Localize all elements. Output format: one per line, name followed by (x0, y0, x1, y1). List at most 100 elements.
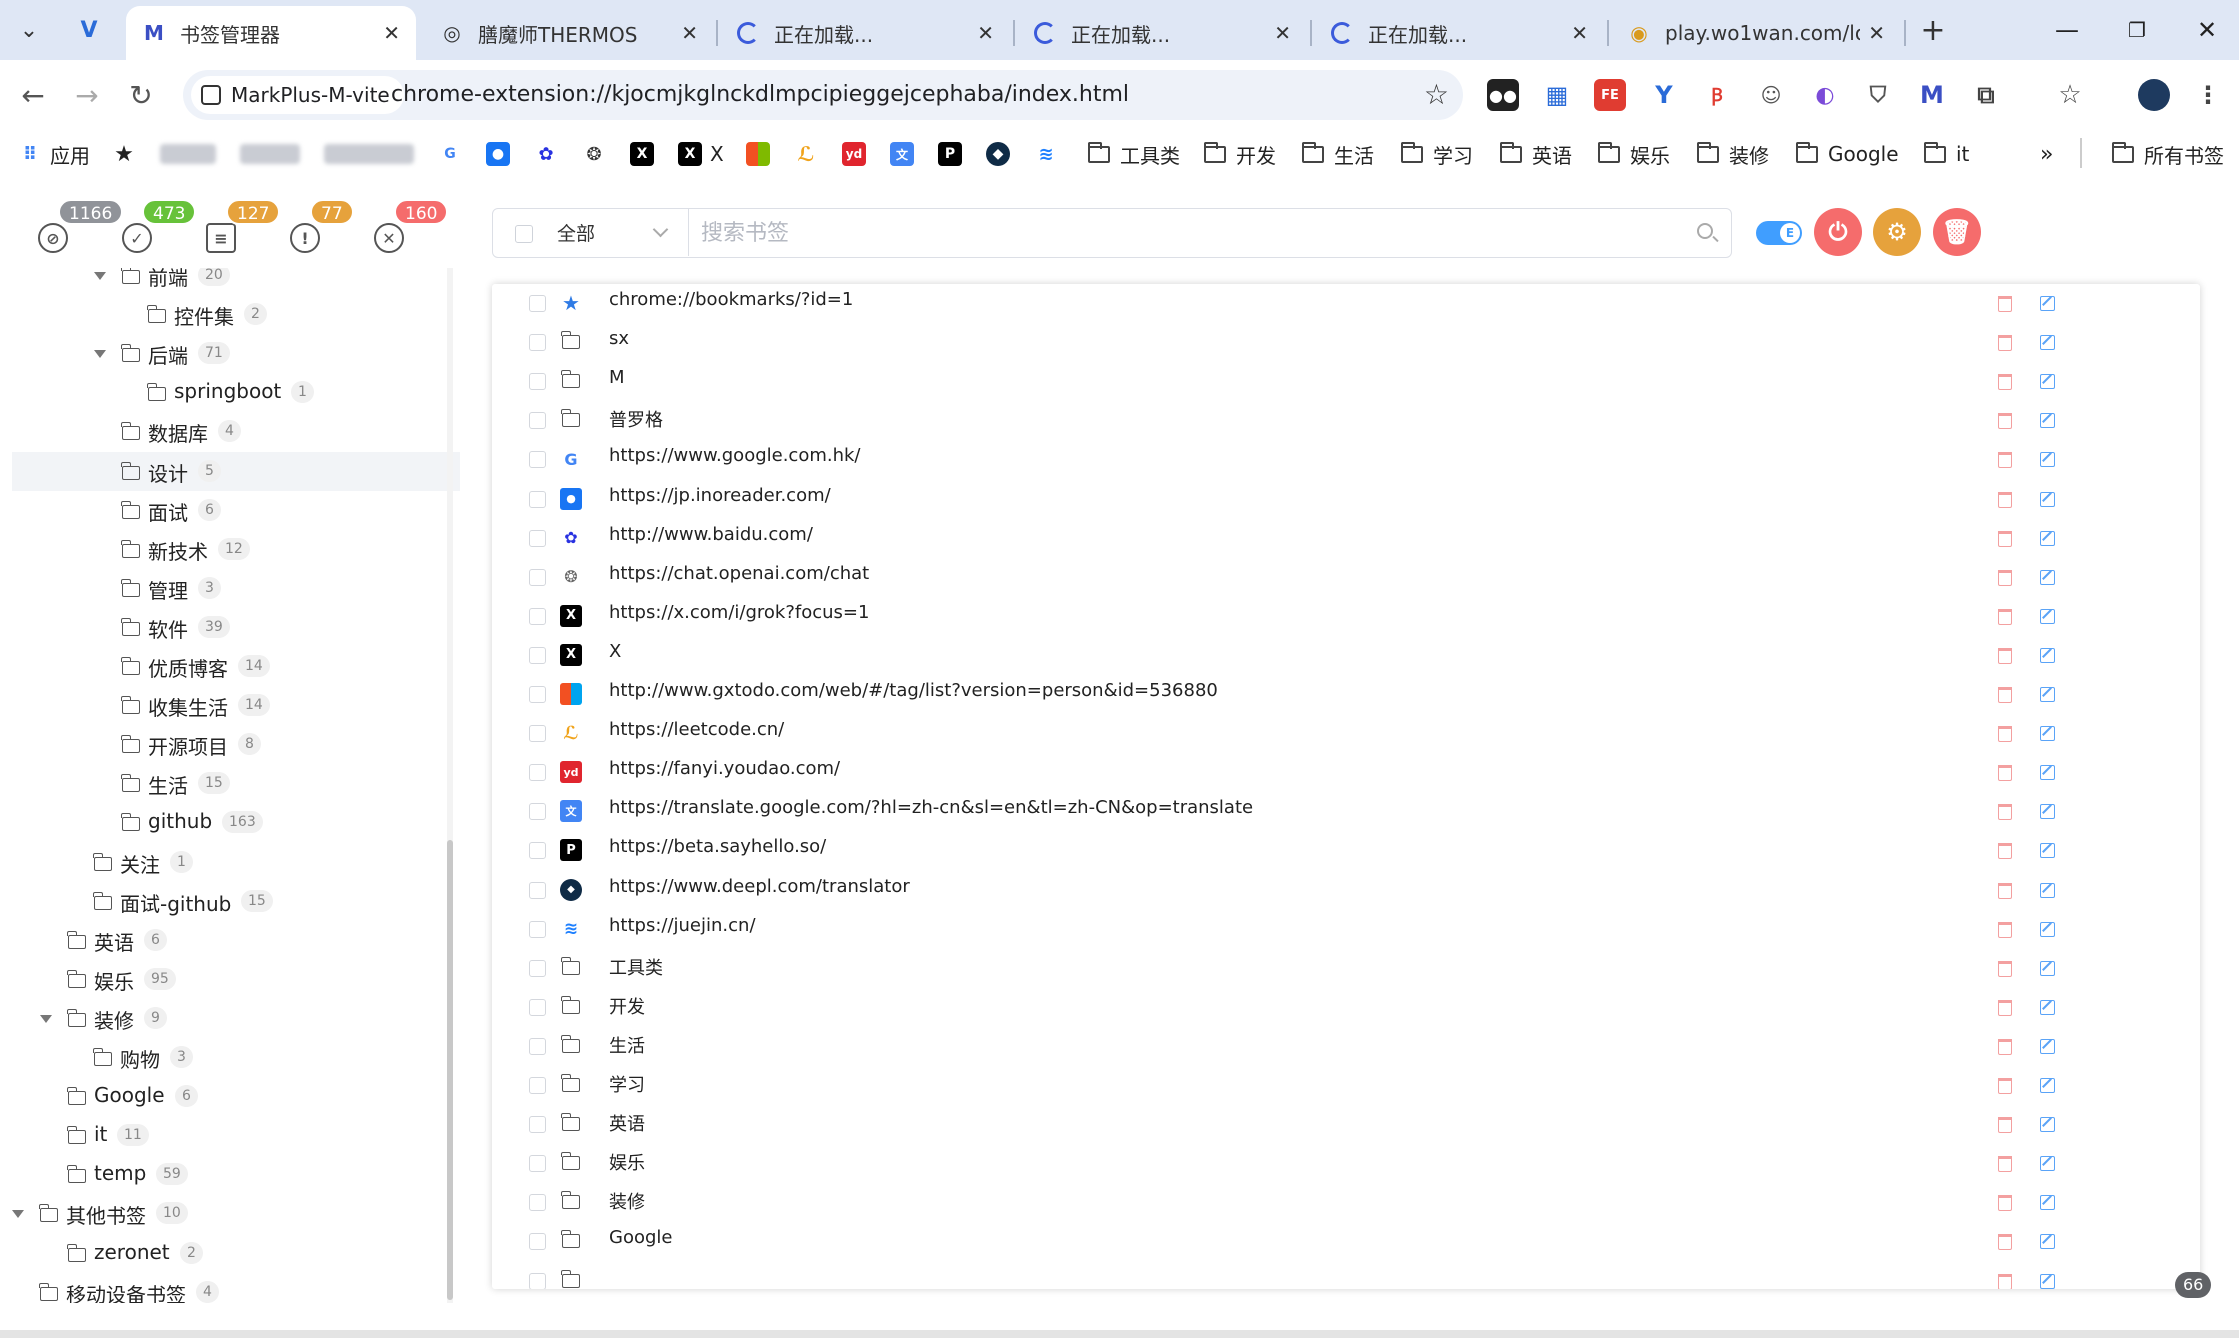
bookmark-row[interactable]: ≋ https://juejin.cn/ (492, 910, 2200, 949)
delete-icon[interactable] (1998, 296, 2012, 312)
bookmark-star-button[interactable]: ☆ (1424, 78, 1449, 111)
address-bar[interactable]: MarkPlus-M-vite chrome-extension://kjocm… (183, 70, 1463, 120)
caret-down-icon[interactable] (94, 350, 106, 359)
bookmark-label[interactable]: https://beta.sayhello.so/ (609, 836, 826, 857)
tree-folder-item[interactable]: 其他书签 10 (12, 1194, 460, 1233)
bookmark-label[interactable]: 生活 (609, 1032, 645, 1058)
edit-icon[interactable] (2040, 687, 2055, 702)
bookmark-label[interactable]: https://chat.openai.com/chat (609, 563, 869, 584)
bookmark-row[interactable]: 娱乐 (492, 1144, 2200, 1183)
edit-icon[interactable] (2040, 960, 2055, 976)
bookmark-label[interactable]: 学习 (609, 1071, 645, 1097)
tree-folder-item[interactable]: 娱乐 95 (12, 960, 460, 999)
bookmark-label[interactable]: http://www.baidu.com/ (609, 524, 813, 545)
bookmark-label[interactable]: https://www.google.com.hk/ (609, 445, 861, 466)
row-checkbox[interactable] (529, 568, 546, 586)
ext-grid-icon[interactable]: ▦ (1541, 79, 1573, 111)
edit-icon[interactable] (2040, 296, 2055, 311)
stat-documents[interactable]: ≡ 127 (204, 199, 281, 255)
delete-icon[interactable] (1998, 491, 2012, 508)
edit-icon[interactable] (2040, 374, 2055, 390)
bookmark-row[interactable]: ◆ https://www.deepl.com/translator (492, 871, 2200, 910)
edit-icon[interactable] (2040, 1156, 2055, 1172)
ext-fe-icon[interactable]: FE (1594, 79, 1626, 111)
tree-folder-item[interactable]: 购物 3 (12, 1038, 460, 1077)
tree-folder-item[interactable]: 关注 1 (12, 843, 460, 882)
edit-icon[interactable] (2040, 647, 2055, 663)
bm-juejin[interactable]: ≋ (1034, 136, 1066, 172)
edit-icon[interactable] (2040, 569, 2055, 585)
bm-folder-english[interactable]: 英语 (1500, 136, 1572, 172)
tab-loading-1[interactable]: 正在加载... ✕ (720, 6, 1010, 60)
delete-icon[interactable] (1998, 843, 2012, 860)
row-checkbox[interactable] (529, 725, 546, 743)
row-checkbox[interactable] (529, 1037, 546, 1055)
edit-icon[interactable] (2040, 1273, 2055, 1289)
bm-all-bookmarks[interactable]: 所有书签 (2112, 136, 2224, 172)
edit-icon[interactable] (2040, 921, 2055, 937)
extensions-puzzle-icon[interactable]: ⧉ (1970, 79, 2002, 111)
ext-v-icon[interactable]: Y (1648, 79, 1680, 111)
select-all-checkbox[interactable] (515, 225, 533, 243)
row-checkbox[interactable] (529, 295, 546, 312)
delete-icon[interactable] (1998, 921, 2012, 938)
delete-icon[interactable] (1998, 960, 2012, 977)
tree-folder-item[interactable]: 数据库 4 (12, 412, 460, 451)
bookmark-label[interactable]: https://juejin.cn/ (609, 915, 756, 936)
bookmark-row[interactable]: yd https://fanyi.youdao.com/ (492, 753, 2200, 792)
delete-icon[interactable] (1998, 1195, 2012, 1212)
bookmark-label[interactable]: https://fanyi.youdao.com/ (609, 758, 840, 779)
filter-select[interactable]: 全部 (549, 209, 689, 256)
delete-icon[interactable] (1998, 1156, 2012, 1173)
tree-folder-item[interactable]: 移动设备书签 4 (12, 1273, 460, 1303)
tree-folder-item[interactable]: 收集生活 14 (12, 686, 460, 725)
bookmark-row[interactable]: Ghttps://www.google.com.hk/ (492, 440, 2200, 479)
tree-folder-item[interactable]: 生活 15 (12, 764, 460, 803)
row-checkbox[interactable] (529, 1077, 546, 1094)
bm-gxtodo[interactable] (746, 136, 778, 172)
row-checkbox[interactable] (529, 334, 546, 352)
row-checkbox[interactable] (529, 607, 546, 625)
delete-icon[interactable] (1998, 647, 2012, 664)
edit-icon[interactable] (2040, 608, 2055, 624)
bookmark-row[interactable]: Xhttps://x.com/i/grok?focus=1 (492, 597, 2200, 636)
bookmark-row[interactable]: Phttps://beta.sayhello.so/ (492, 831, 2200, 870)
ext-translate-icon[interactable]: Ꞵ (1701, 79, 1733, 111)
tab-search-button[interactable]: ⌄ (8, 10, 50, 50)
row-checkbox[interactable] (529, 803, 546, 821)
tree-folder-item[interactable]: 设计 5 (12, 451, 460, 491)
close-icon[interactable]: ✕ (681, 21, 698, 45)
bookmark-label[interactable]: https://x.com/i/grok?focus=1 (609, 602, 869, 623)
pinned-tab[interactable]: V (68, 10, 110, 50)
delete-icon[interactable] (1998, 882, 2012, 899)
edit-icon[interactable] (2040, 999, 2055, 1015)
tree-folder-item[interactable]: 前端 20 (12, 268, 460, 295)
tab-bookmark-manager[interactable]: M 书签管理器 ✕ (126, 6, 416, 60)
edit-icon[interactable] (2040, 843, 2055, 859)
edit-icon[interactable] (2040, 1117, 2055, 1133)
bookmark-row[interactable]: ✿ http://www.baidu.com/ (492, 519, 2200, 558)
bm-folder-life[interactable]: 生活 (1302, 136, 1374, 172)
new-tab-button[interactable]: + (1912, 10, 1954, 50)
settings-button[interactable]: ⚙ (1873, 208, 1921, 256)
delete-icon[interactable] (1998, 569, 2012, 586)
edit-icon[interactable] (2040, 1195, 2055, 1211)
reading-list-icon[interactable]: ☆ (2054, 79, 2086, 111)
bookmark-label[interactable]: 娱乐 (609, 1149, 645, 1175)
bookmark-row[interactable]: 学习 (492, 1066, 2200, 1105)
ext-purple-icon[interactable]: ◐ (1809, 79, 1841, 111)
bookmark-row[interactable]: XX (492, 636, 2200, 675)
edit-icon[interactable] (2040, 882, 2055, 898)
row-checkbox[interactable] (529, 1194, 546, 1212)
row-checkbox[interactable] (529, 529, 546, 547)
edit-icon[interactable] (2040, 335, 2055, 351)
bm-youdao[interactable]: yd (842, 136, 874, 172)
bm-folder-it[interactable]: it (1924, 136, 1969, 172)
tree-folder-item[interactable]: 优质博客 14 (12, 647, 460, 686)
stat-errors[interactable]: ✕ 160 (372, 199, 449, 255)
tab-loading-2[interactable]: 正在加载... ✕ (1017, 6, 1307, 60)
ext-markplus-icon[interactable]: M (1916, 79, 1948, 111)
tree-folder-item[interactable]: 软件 39 (12, 608, 460, 647)
tree-folder-item[interactable]: 控件集 2 (12, 295, 460, 334)
bm-x-labeled[interactable]: X X (678, 136, 724, 172)
